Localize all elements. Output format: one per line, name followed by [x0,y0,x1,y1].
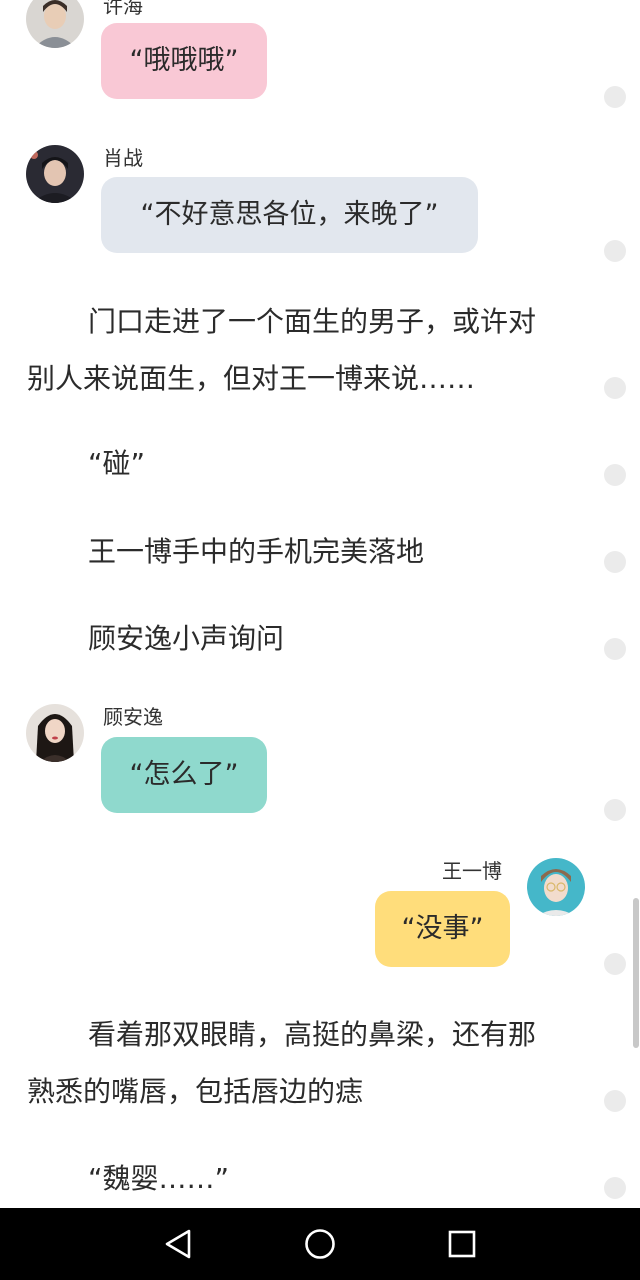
speaker-name: 顾安逸 [103,705,163,729]
message-bubble[interactable]: “怎么了” [101,737,267,813]
home-circle-icon[interactable] [296,1220,344,1268]
narration-paragraph: 门口走进了一个面生的男子，或许对 别人来说面生，但对王一博来说…… [27,305,537,395]
avatar-xiaozhan[interactable] [26,145,84,203]
comment-dot[interactable] [604,86,626,108]
narration-line: “魏婴……” [88,1162,230,1195]
speaker-name: 许海 [103,0,143,18]
comment-dot[interactable] [604,1177,626,1199]
comment-dot[interactable] [604,464,626,486]
narration-paragraph: 看着那双眼睛，高挺的鼻梁，还有那 熟悉的嘴唇，包括唇边的痣 [27,1018,537,1108]
narration-line: 顾安逸小声询问 [88,622,285,655]
message-bubble[interactable]: “没事” [375,891,510,967]
reader-page[interactable]: 许海 “哦哦哦” 肖战 “不好意思各位，来晚了” 门口走进了一个面生的男子，或许… [0,0,640,1280]
speaker-name: 肖战 [103,146,143,170]
comment-dot[interactable] [604,377,626,399]
comment-dot[interactable] [604,551,626,573]
comment-dot[interactable] [604,1090,626,1112]
scrollbar[interactable] [633,898,639,1048]
recent-square-icon[interactable] [438,1220,486,1268]
back-triangle-icon[interactable] [154,1220,202,1268]
message-bubble[interactable]: “不好意思各位，来晚了” [101,177,478,253]
message-bubble[interactable]: “哦哦哦” [101,23,267,99]
avatar-guanyi[interactable] [26,704,84,762]
avatar-wangyibo[interactable] [527,858,585,916]
comment-dot[interactable] [604,799,626,821]
narration-line: “碰” [88,447,146,480]
comment-dot[interactable] [604,953,626,975]
system-navigation-bar [0,1208,640,1280]
avatar-xuhai[interactable] [26,0,84,48]
comment-dot[interactable] [604,240,626,262]
comment-dot[interactable] [604,638,626,660]
speaker-name: 王一博 [442,859,502,883]
narration-line: 王一博手中的手机完美落地 [88,535,425,568]
